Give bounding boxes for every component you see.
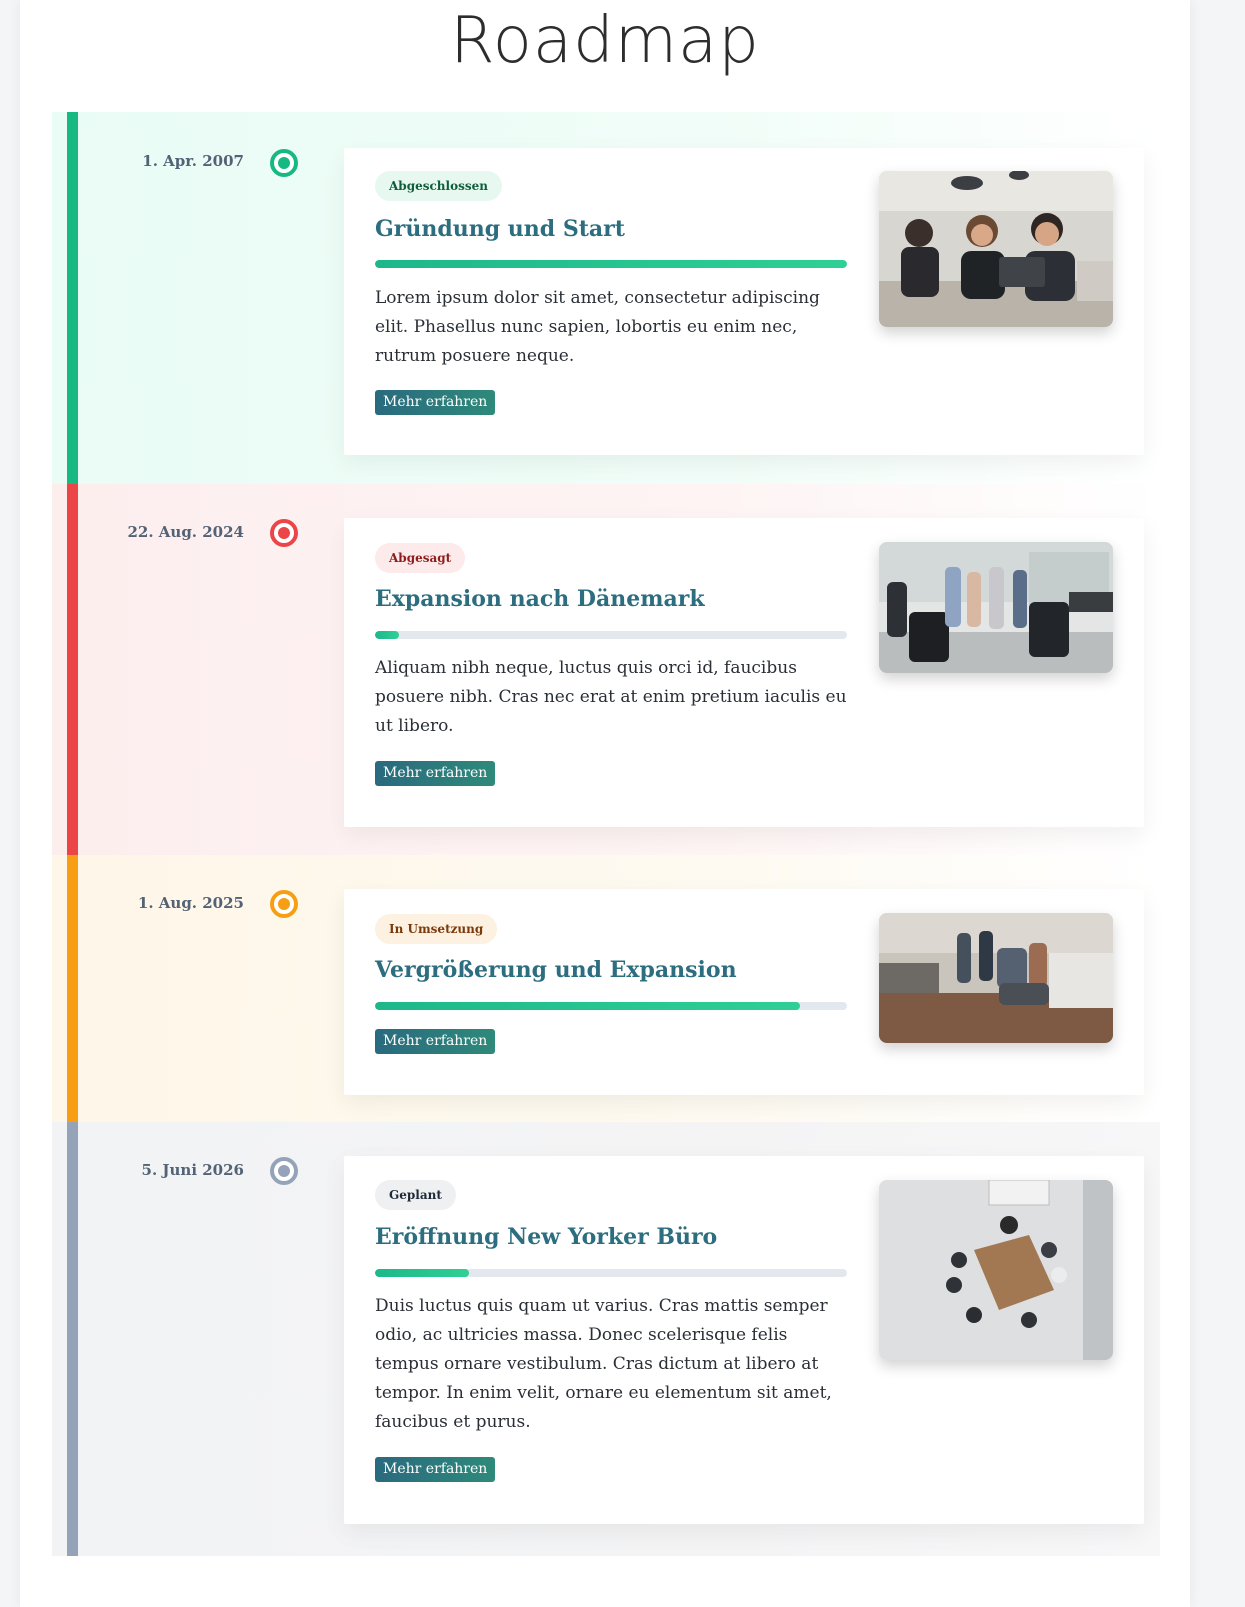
status-badge: Abgesagt: [375, 543, 466, 573]
entry-description: Aliquam nibh neque, luctus quis orci id,…: [375, 658, 847, 736]
entry-title: Gründung und Start: [375, 216, 625, 242]
office-meeting-photo: [879, 542, 1113, 673]
status-badge: In Umsetzung: [375, 914, 498, 944]
timeline-bar: [67, 1122, 78, 1556]
progress-fill: [375, 1002, 800, 1010]
team-laptop-photo: [879, 171, 1113, 327]
timeline-entry: 22. Aug. 2024 Abgesagt Expansion nach Dä…: [52, 484, 1160, 855]
learn-more-button[interactable]: Mehr erfahren: [375, 1029, 496, 1054]
progress-bar: [375, 1269, 847, 1277]
progress-bar: [375, 260, 847, 268]
status-badge: Geplant: [375, 1180, 456, 1210]
entry-card: Abgesagt Expansion nach Dänemark Aliquam…: [344, 518, 1144, 827]
progress-fill: [375, 631, 399, 639]
status-marker-icon: [270, 519, 298, 547]
status-marker-icon: [270, 149, 298, 177]
status-badge: Abgeschlossen: [375, 171, 502, 201]
progress-fill: [375, 1269, 470, 1277]
timeline-bar: [67, 855, 78, 1122]
page: Roadmap 1. Apr. 2007 Abgeschlossen Gründ…: [20, 0, 1190, 1607]
entry-date: 5. Juni 2026: [141, 1161, 244, 1179]
entry-card: In Umsetzung Vergrößerung und Expansion …: [344, 889, 1144, 1095]
entry-card: Abgeschlossen Gründung und Start Lorem i…: [344, 148, 1144, 455]
learn-more-button[interactable]: Mehr erfahren: [375, 761, 496, 786]
status-marker-icon: [270, 1157, 298, 1185]
conference-table-photo: [879, 1180, 1113, 1360]
progress-bar: [375, 631, 847, 639]
timeline-bar: [67, 112, 78, 484]
entry-date: 1. Apr. 2007: [142, 152, 244, 170]
progress-fill: [375, 260, 847, 268]
entry-description: Lorem ipsum dolor sit amet, consectetur …: [375, 288, 820, 366]
learn-more-button[interactable]: Mehr erfahren: [375, 1457, 496, 1482]
progress-bar: [375, 1002, 847, 1010]
timeline-entry: 5. Juni 2026 Geplant Eröffnung New Yorke…: [52, 1122, 1160, 1556]
entry-date: 1. Aug. 2025: [137, 894, 244, 912]
roadmap-timeline: 1. Apr. 2007 Abgeschlossen Gründung und …: [52, 112, 1160, 1556]
entry-card: Geplant Eröffnung New Yorker Büro Duis l…: [344, 1156, 1144, 1524]
timeline-bar: [67, 484, 78, 855]
learn-more-button[interactable]: Mehr erfahren: [375, 390, 496, 415]
entry-description: Duis luctus quis quam ut varius. Cras ma…: [375, 1296, 832, 1432]
status-marker-icon: [270, 890, 298, 918]
page-title: Roadmap: [450, 4, 760, 78]
team-highfive-photo: [879, 913, 1113, 1043]
entry-title: Eröffnung New Yorker Büro: [375, 1224, 718, 1250]
timeline-entry: 1. Apr. 2007 Abgeschlossen Gründung und …: [52, 112, 1160, 484]
entry-title: Vergrößerung und Expansion: [375, 957, 737, 983]
timeline-entry: 1. Aug. 2025 In Umsetzung Vergrößerung u…: [52, 855, 1160, 1122]
entry-title: Expansion nach Dänemark: [375, 586, 705, 612]
entry-date: 22. Aug. 2024: [127, 523, 244, 541]
